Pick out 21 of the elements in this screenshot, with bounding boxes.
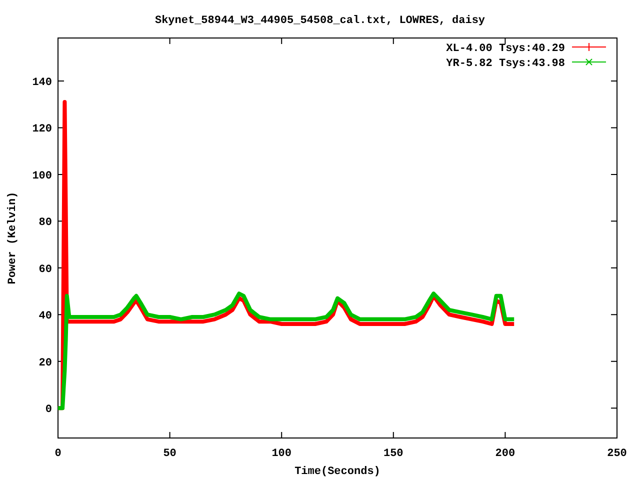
legend-label: XL-4.00 Tsys:40.29	[446, 43, 565, 55]
y-tick-label: 140	[32, 77, 52, 89]
x-tick-label: 250	[607, 448, 627, 460]
y-tick-label: 100	[32, 170, 52, 182]
x-tick-label: 100	[272, 448, 292, 460]
y-tick-label: 40	[38, 310, 52, 323]
x-tick-label: 200	[495, 448, 516, 460]
y-tick-label: 60	[38, 264, 52, 276]
legend-label: YR-5.82 Tsys:43.98	[446, 58, 565, 70]
legend-plus-line-icon	[572, 42, 606, 52]
y-tick-label: 120	[32, 124, 52, 136]
x-tick-label: 50	[163, 448, 176, 460]
legend-cross-line-icon	[572, 58, 606, 66]
x-tick-label: 150	[384, 448, 404, 460]
chart-title: Skynet_58944_W3_44905_54508_cal.txt, LOWRES, daisy	[154, 15, 486, 27]
y-axis-label: Power (Kelvin)	[7, 192, 19, 284]
x-tick-label: 0	[54, 448, 62, 460]
y-tick-label: 20	[38, 357, 52, 370]
x-axis-label: Time(Seconds)	[294, 466, 380, 478]
y-tick-label: 0	[45, 404, 52, 416]
y-tick-label: 80	[38, 217, 52, 230]
